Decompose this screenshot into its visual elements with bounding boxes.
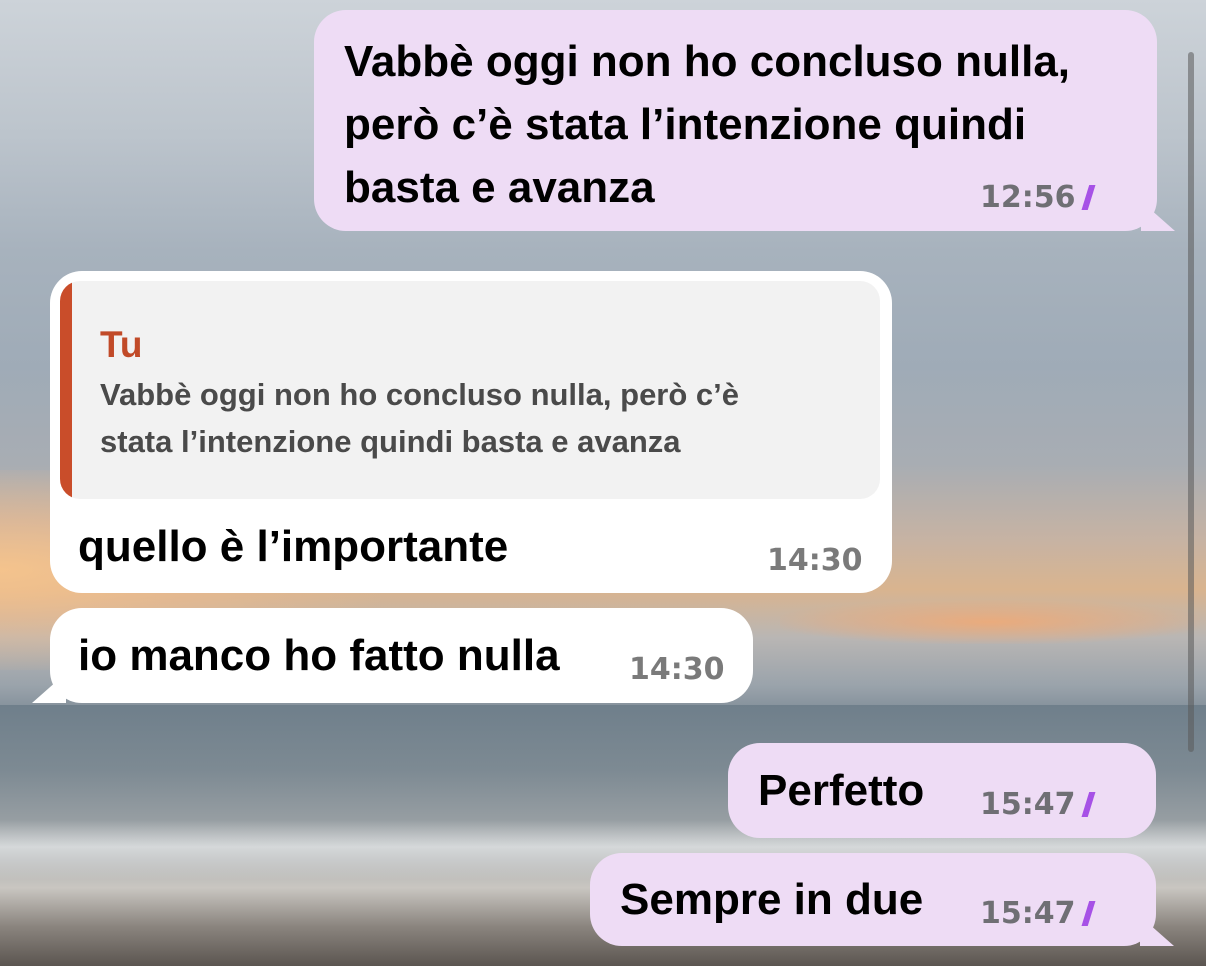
- chat-scrollbar[interactable]: [1188, 52, 1194, 752]
- message-meta: 12:56//: [980, 180, 1096, 216]
- message-time: 15:47: [980, 787, 1076, 822]
- wallpaper-cloud-streak: [780, 600, 1200, 644]
- reply-quote[interactable]: Tu Vabbè oggi non ho concluso nulla, per…: [60, 281, 880, 499]
- message-text-line: basta e avanza: [344, 163, 655, 212]
- reply-quote-accent: [60, 281, 72, 499]
- message-bubble-outgoing[interactable]: Vabbè oggi non ho concluso nulla, però c…: [314, 10, 1157, 231]
- message-meta: 15:47//: [980, 896, 1096, 932]
- message-bubble-outgoing[interactable]: Perfetto 15:47//: [728, 743, 1156, 838]
- message-text-line: però c’è stata l’intenzione quindi: [344, 100, 1027, 149]
- message-time: 15:47: [980, 896, 1076, 931]
- reply-quote-text: Vabbè oggi non ho concluso nulla, però c…: [100, 371, 870, 465]
- message-bubble-incoming[interactable]: Tu Vabbè oggi non ho concluso nulla, per…: [50, 271, 892, 593]
- message-bubble-incoming[interactable]: io manco ho fatto nulla 14:30: [50, 608, 753, 703]
- message-text-line: Vabbè oggi non ho concluso nulla,: [344, 37, 1071, 86]
- message-time: 14:30: [629, 652, 725, 687]
- message-text: Sempre in due: [620, 875, 924, 924]
- message-text: quello è l’importante: [78, 522, 509, 571]
- message-time: 12:56: [980, 180, 1076, 215]
- message-text: Perfetto: [758, 766, 925, 815]
- message-text: io manco ho fatto nulla: [78, 631, 560, 680]
- message-bubble-outgoing[interactable]: Sempre in due 15:47//: [590, 853, 1156, 946]
- double-check-icon: //: [1081, 787, 1096, 822]
- double-check-icon: //: [1081, 896, 1096, 931]
- message-meta: 15:47//: [980, 787, 1096, 823]
- reply-quote-line: Vabbè oggi non ho concluso nulla, però c…: [100, 377, 740, 412]
- double-check-icon: //: [1081, 180, 1096, 215]
- message-time: 14:30: [767, 543, 863, 578]
- reply-quote-author: Tu: [100, 324, 143, 365]
- reply-quote-line: stata l’intenzione quindi basta e avanza: [100, 424, 681, 459]
